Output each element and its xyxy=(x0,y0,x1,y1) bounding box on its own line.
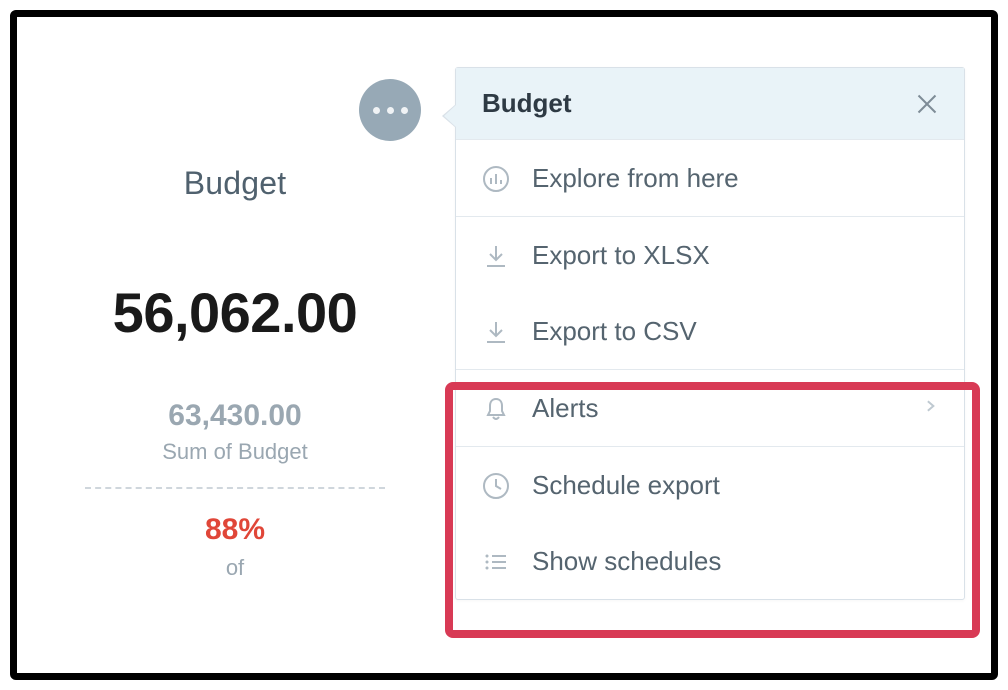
menu-item-label: Schedule export xyxy=(532,470,938,501)
app-frame: Budget 56,062.00 63,430.00 Sum of Budget… xyxy=(10,10,998,680)
clock-icon xyxy=(482,472,510,500)
kpi-sum-value: 63,430.00 xyxy=(57,399,413,433)
kpi-divider xyxy=(85,487,385,489)
kpi-sum-label: Sum of Budget xyxy=(57,439,413,465)
menu-item-label: Alerts xyxy=(532,393,902,424)
kpi-value: 56,062.00 xyxy=(57,280,413,345)
menu-item-export-xlsx[interactable]: Export to XLSX xyxy=(456,217,964,293)
menu-item-explore[interactable]: Explore from here xyxy=(456,140,964,216)
kpi-percent: 88% xyxy=(57,513,413,547)
menu-item-show-schedules[interactable]: Show schedules xyxy=(456,523,964,599)
canvas: Budget 56,062.00 63,430.00 Sum of Budget… xyxy=(17,17,991,673)
context-menu: Budget Explore from here xyxy=(455,67,965,600)
chevron-right-icon xyxy=(924,395,938,422)
menu-item-schedule-export[interactable]: Schedule export xyxy=(456,447,964,523)
dot-icon xyxy=(387,107,394,114)
download-icon xyxy=(482,242,510,270)
bell-icon xyxy=(482,395,510,423)
dot-icon xyxy=(373,107,380,114)
dot-icon xyxy=(401,107,408,114)
menu-item-label: Export to XLSX xyxy=(532,240,938,271)
menu-item-alerts[interactable]: Alerts xyxy=(456,370,964,446)
menu-item-label: Show schedules xyxy=(532,546,938,577)
kpi-panel: Budget 56,062.00 63,430.00 Sum of Budget… xyxy=(57,165,413,581)
close-icon[interactable] xyxy=(916,93,938,115)
more-options-button[interactable] xyxy=(359,79,421,141)
menu-item-label: Explore from here xyxy=(532,163,938,194)
menu-header: Budget xyxy=(456,68,964,140)
menu-title: Budget xyxy=(482,88,572,119)
menu-item-export-csv[interactable]: Export to CSV xyxy=(456,293,964,369)
explore-icon xyxy=(482,165,510,193)
kpi-of-label: of xyxy=(57,555,413,581)
kpi-title: Budget xyxy=(57,165,413,202)
download-icon xyxy=(482,318,510,346)
list-icon xyxy=(482,548,510,576)
menu-item-label: Export to CSV xyxy=(532,316,938,347)
